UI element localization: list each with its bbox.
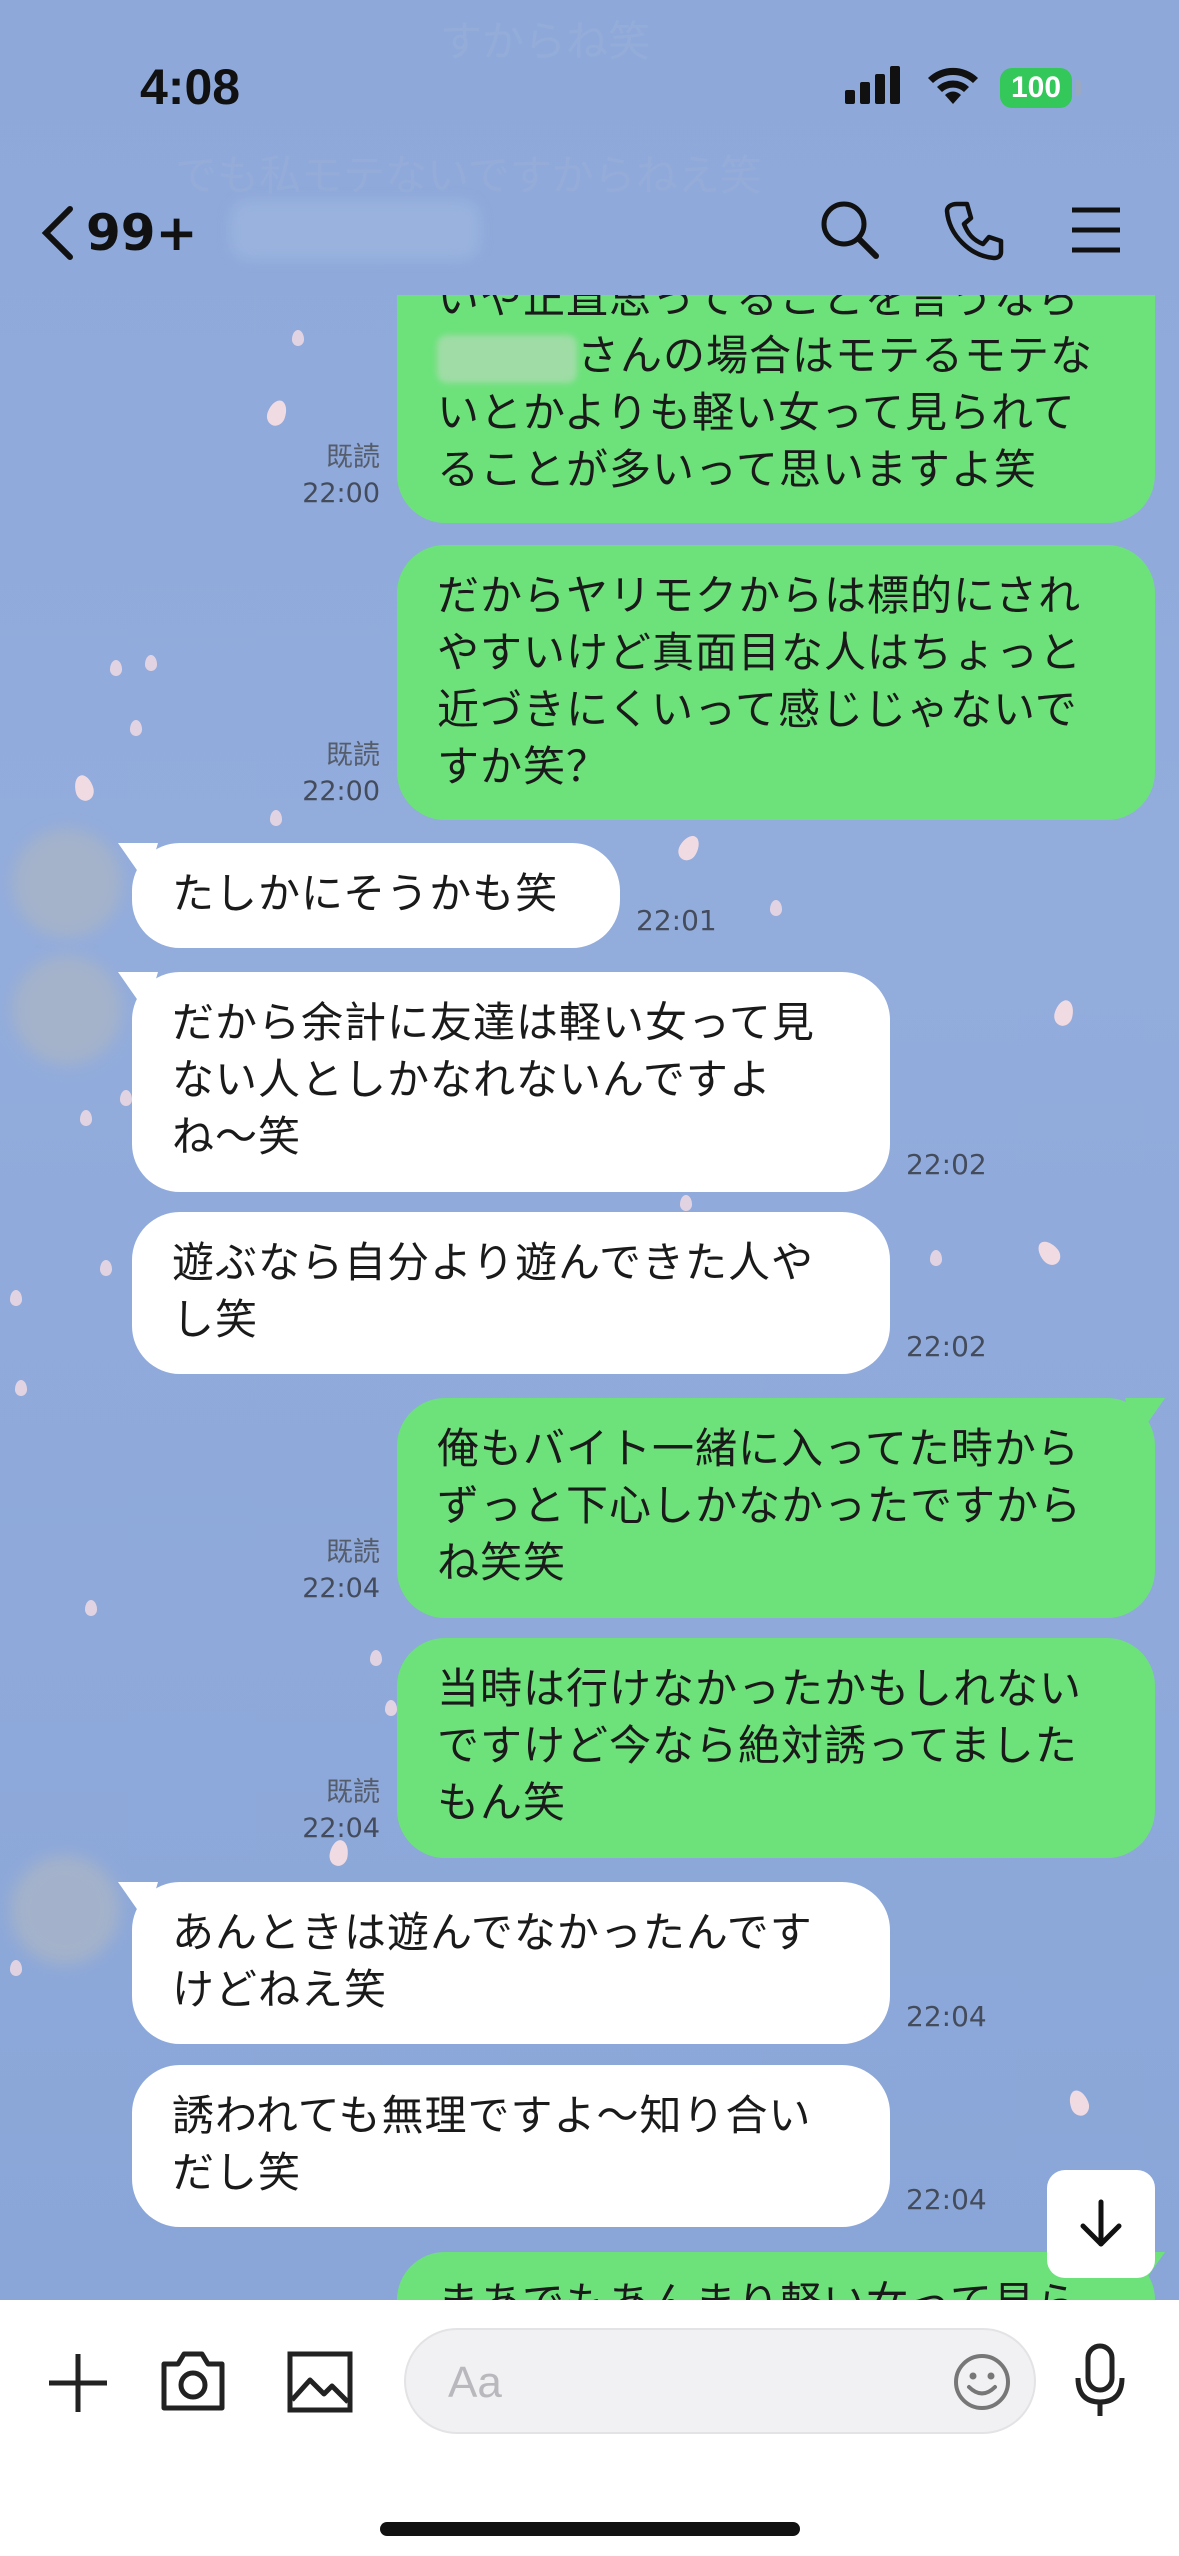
message-bubble-incoming[interactable]: だから余計に友達は軽い女って見 ない人としかなれないんですよ ね〜笑 bbox=[132, 972, 890, 1192]
message-line: ですけど今なら絶対誘ってました bbox=[437, 1721, 1078, 1770]
message-line: だからヤリモクからは標的にされ bbox=[437, 571, 1082, 620]
message-time: 22:04 bbox=[302, 1813, 380, 1844]
battery-tip bbox=[1076, 80, 1081, 96]
emoji-icon[interactable] bbox=[952, 2352, 1012, 2412]
redacted-name bbox=[437, 334, 577, 383]
message-line: あんときは遊んでなかったんです bbox=[172, 1908, 813, 1957]
wifi-icon bbox=[928, 67, 978, 104]
message-time: 22:01 bbox=[636, 904, 717, 937]
message-time: 22:04 bbox=[302, 1573, 380, 1604]
message-bubble-outgoing[interactable]: 当時は行けなかったかもしれない ですけど今なら絶対誘ってました もん笑 bbox=[397, 1638, 1155, 1858]
home-indicator bbox=[380, 2522, 800, 2536]
plus-icon[interactable] bbox=[45, 2350, 111, 2416]
input-toolbar bbox=[0, 2300, 1179, 2556]
message-bubble-incoming[interactable]: 遊ぶなら自分より遊んできた人や し笑 bbox=[132, 1212, 890, 1374]
message-line: もん笑 bbox=[437, 1778, 567, 1827]
message-list[interactable]: いや正直思ってることを言うなら さんの場合はモテるモテな いとかよりも軽い女って… bbox=[0, 0, 1179, 2402]
read-receipt: 既読 bbox=[326, 740, 380, 771]
read-receipt: 既読 bbox=[326, 442, 380, 473]
message-bubble-incoming[interactable]: あんときは遊んでなかったんです けどねえ笑 bbox=[132, 1882, 890, 2044]
message-time: 22:02 bbox=[906, 1148, 987, 1181]
message-line: たしかにそうかも笑 bbox=[172, 869, 559, 918]
read-receipt: 既読 bbox=[326, 1777, 380, 1808]
search-icon[interactable] bbox=[818, 198, 882, 262]
message-line: やすいけど真面目な人はちょっと bbox=[437, 628, 1083, 677]
message-line: 遊ぶなら自分より遊んできた人や bbox=[172, 1238, 815, 1287]
message-line: し笑 bbox=[172, 1295, 259, 1344]
contact-name-redacted bbox=[230, 200, 480, 260]
message-line: すか笑？ bbox=[437, 742, 610, 791]
contact-avatar[interactable] bbox=[12, 955, 122, 1065]
message-meta: 既読 22:00 bbox=[280, 440, 380, 512]
message-text: さんの場合はモテるモテな bbox=[577, 331, 1094, 380]
message-line: ることが多いって思いますよ笑 bbox=[437, 445, 1037, 494]
chat-header: 99+ bbox=[0, 180, 1179, 290]
status-bar: 4:08 100 bbox=[0, 0, 1179, 170]
message-line: ね笑笑 bbox=[437, 1538, 567, 1587]
message-meta: 既読 22:04 bbox=[280, 1775, 380, 1847]
contact-avatar[interactable] bbox=[10, 1855, 120, 1965]
message-input-field[interactable] bbox=[404, 2328, 1036, 2434]
message-line: いとかよりも軽い女って見られて bbox=[437, 388, 1076, 437]
cellular-signal-icon bbox=[845, 66, 905, 104]
arrow-down-icon bbox=[1080, 2199, 1122, 2247]
message-time: 22:04 bbox=[906, 2183, 987, 2216]
mic-icon[interactable] bbox=[1072, 2342, 1128, 2422]
message-line: だし笑 bbox=[172, 2148, 302, 2197]
message-bubble-incoming[interactable]: たしかにそうかも笑 bbox=[132, 843, 620, 948]
message-time: 22:00 bbox=[302, 776, 380, 807]
message-line: 近づきにくいって感じじゃないで bbox=[437, 685, 1078, 734]
status-time: 4:08 bbox=[140, 59, 241, 115]
read-receipt: 既読 bbox=[326, 1537, 380, 1568]
battery-indicator: 100 bbox=[1000, 68, 1072, 108]
message-bubble-outgoing[interactable]: 俺もバイト一緒に入ってた時から ずっと下心しかなかったですから ね笑笑 bbox=[397, 1398, 1155, 1618]
message-meta: 既読 22:00 bbox=[280, 738, 380, 810]
unread-count: 99+ bbox=[86, 204, 198, 262]
scroll-to-bottom-button[interactable] bbox=[1047, 2170, 1155, 2278]
message-line: ずっと下心しかなかったですから bbox=[437, 1481, 1083, 1530]
image-icon[interactable] bbox=[286, 2350, 354, 2414]
message-line: 当時は行けなかったかもしれない bbox=[437, 1664, 1083, 1713]
message-bubble-outgoing[interactable]: だからヤリモクからは標的にされ やすいけど真面目な人はちょっと 近づきにくいって… bbox=[397, 545, 1155, 820]
message-bubble-incoming[interactable]: 誘われても無理ですよ〜知り合い だし笑 bbox=[132, 2065, 890, 2227]
message-line: けどねえ笑 bbox=[172, 1965, 388, 2014]
message-time: 22:00 bbox=[302, 478, 380, 509]
back-button[interactable]: 99+ bbox=[40, 204, 197, 262]
contact-avatar[interactable] bbox=[12, 828, 122, 938]
back-chevron-icon bbox=[41, 206, 73, 260]
camera-icon[interactable] bbox=[158, 2348, 228, 2414]
phone-icon[interactable] bbox=[943, 198, 1007, 262]
message-line: だから余計に友達は軽い女って見 bbox=[172, 998, 815, 1047]
menu-icon[interactable] bbox=[1068, 198, 1124, 262]
message-line: 俺もバイト一緒に入ってた時から bbox=[437, 1424, 1080, 1473]
message-meta: 既読 22:04 bbox=[280, 1535, 380, 1607]
message-line: さんの場合はモテるモテな bbox=[437, 327, 1115, 384]
message-line: 誘われても無理ですよ〜知り合い bbox=[172, 2091, 812, 2140]
message-line: ない人としかなれないんですよ bbox=[172, 1055, 772, 1104]
message-time: 22:04 bbox=[906, 2000, 987, 2033]
message-input[interactable] bbox=[446, 2352, 910, 2414]
message-line: ね〜笑 bbox=[172, 1112, 302, 1161]
message-time: 22:02 bbox=[906, 1330, 987, 1363]
